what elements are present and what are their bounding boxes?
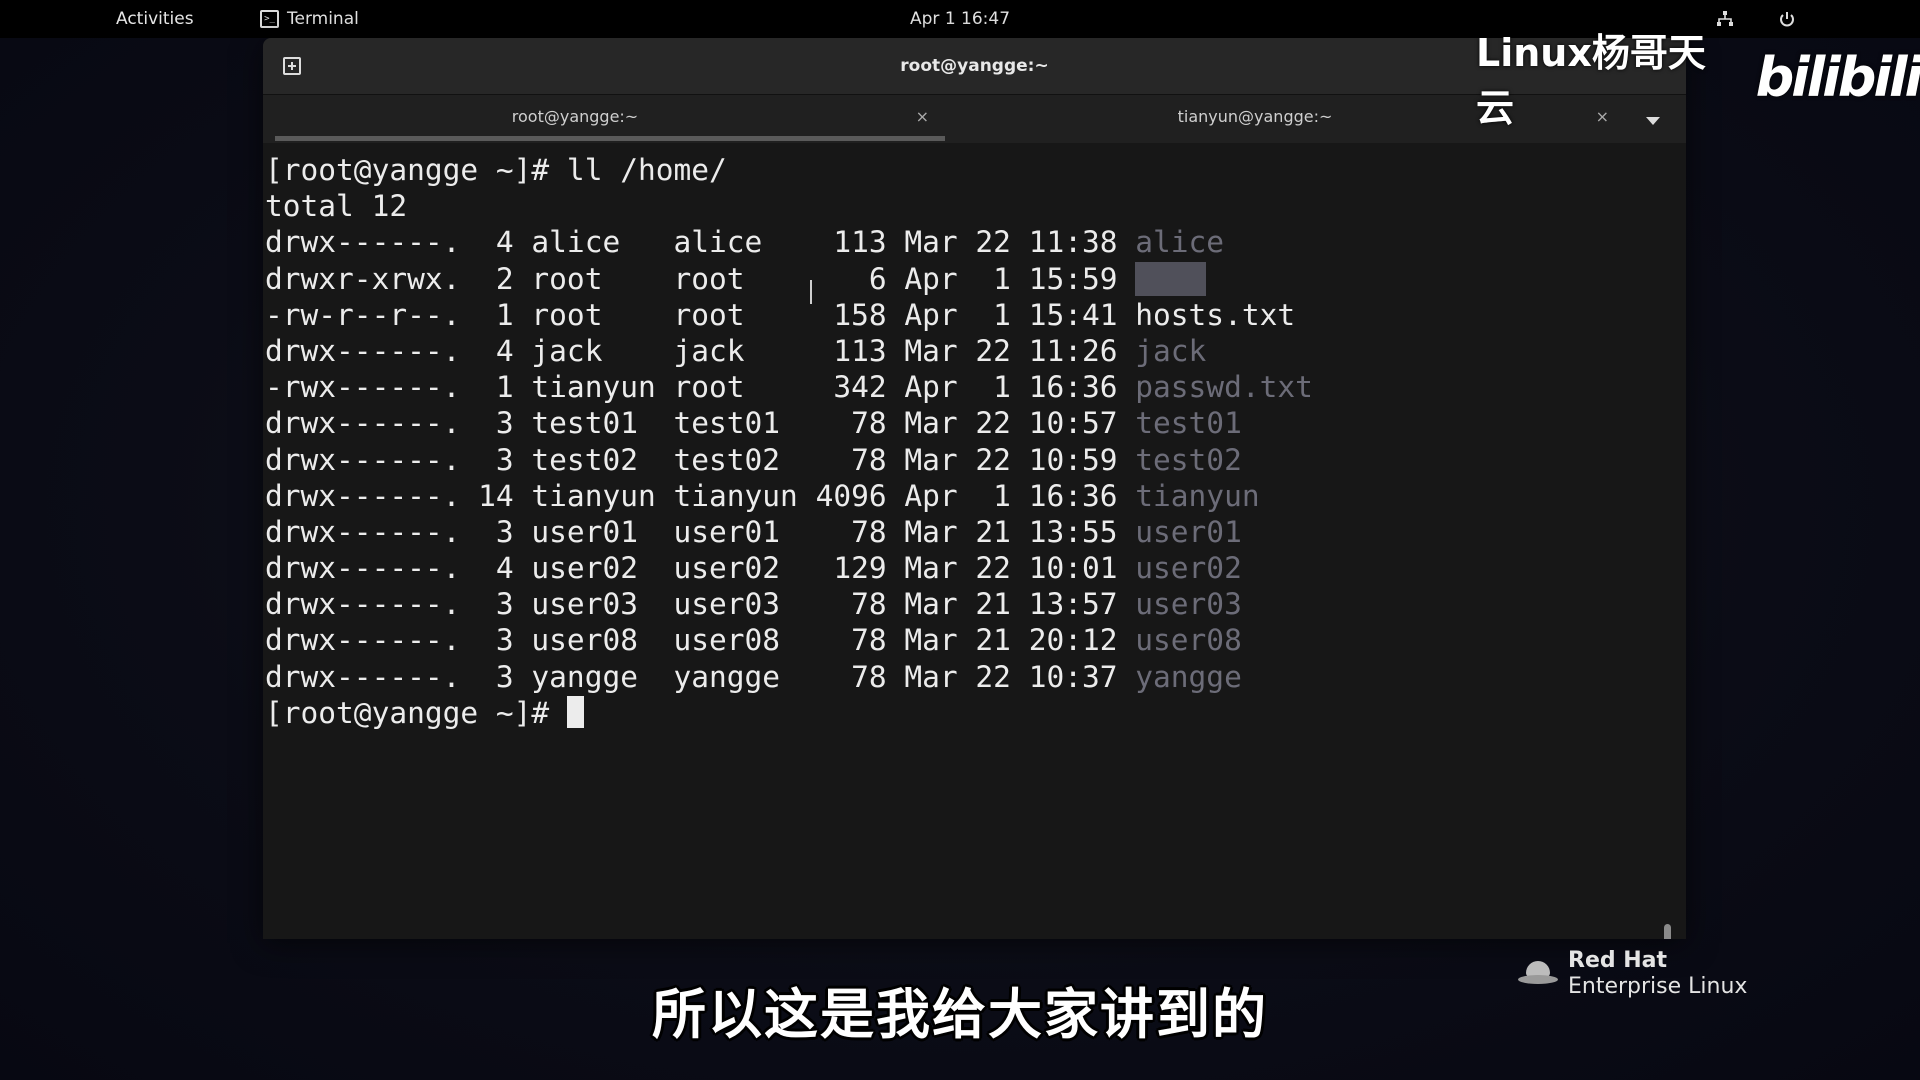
line-text: drwx------. 3 user08 user08 78 Mar 21 20… [265, 623, 1136, 658]
activities-button[interactable]: Activities [116, 0, 194, 38]
line-text: drwx------. 3 yangge yangge 78 Mar 22 10… [265, 659, 1136, 694]
app-menu-button[interactable]: >_ Terminal [260, 0, 359, 38]
terminal-line: drwx------. 3 user01 user01 78 Mar 21 13… [265, 514, 1313, 550]
line-text: [root@yangge ~]# ll /home/ [265, 153, 727, 187]
terminal-line: drwx------. 3 user03 user03 78 Mar 21 13… [265, 586, 1313, 622]
filename: tianyun [1135, 478, 1260, 513]
line-text: total 12 [265, 189, 408, 224]
line-text: drwx------. 3 test02 test02 78 Mar 22 10… [265, 442, 1136, 477]
terminal-line: drwxr-xrwx. 2 root root 6 Apr 1 15:59 [265, 261, 1313, 297]
terminal-line: -rw-r--r--. 1 root root 158 Apr 1 15:41 … [265, 297, 1313, 333]
line-text: drwx------. 14 tianyun tianyun 4096 Apr … [265, 478, 1136, 513]
scrollbar-track[interactable] [1664, 250, 1671, 939]
filename: jack [1135, 333, 1207, 368]
terminal-line: total 12 [265, 188, 1313, 224]
line-text: drwxr-xrwx. 2 root root 6 Apr 1 15:59 [265, 261, 1136, 296]
terminal-line: drwx------. 4 jack jack 113 Mar 22 11:26… [265, 333, 1313, 369]
filename: passwd.txt [1135, 370, 1313, 405]
line-text: drwx------. 4 user02 user02 129 Mar 22 1… [265, 551, 1136, 586]
app-menu-label: Terminal [287, 9, 359, 29]
line-text: drwx------. 3 test01 test01 78 Mar 22 10… [265, 406, 1136, 441]
clock-button[interactable]: Apr 1 16:47 [910, 0, 1010, 38]
terminal-window: root@yangge:~ root@yangge:~ × tianyun@ya… [263, 38, 1686, 939]
terminal-icon: >_ [260, 10, 279, 28]
terminal-line: drwx------. 14 tianyun tianyun 4096 Apr … [265, 478, 1313, 514]
block-cursor [566, 695, 584, 728]
prompt-line[interactable]: [root@yangge ~]# [265, 695, 1313, 731]
terminal-line: drwx------. 3 test01 test01 78 Mar 22 10… [265, 405, 1313, 441]
filename: user02 [1135, 551, 1242, 586]
terminal-line: drwx------. 3 test02 test02 78 Mar 22 10… [265, 442, 1313, 478]
terminal-line: [root@yangge ~]# ll /home/ [265, 152, 1313, 188]
terminal-line: drwx------. 3 user08 user08 78 Mar 21 20… [265, 622, 1313, 658]
tab-label: tianyun@yangge:~ [1177, 107, 1333, 126]
tab-root[interactable]: root@yangge:~ × [275, 95, 945, 143]
line-text: drwx------. 3 user01 user01 78 Mar 21 13… [265, 514, 1136, 549]
activities-label: Activities [116, 9, 194, 29]
clock-label: Apr 1 16:47 [910, 9, 1011, 29]
power-icon[interactable] [1778, 0, 1796, 38]
terminal-lines: [root@yangge ~]# ll /home/total 12 drwx--… [265, 152, 1313, 731]
terminal-output[interactable]: [root@yangge ~]# ll /home/total 12 drwx--… [263, 144, 1673, 939]
line-text: drwx------. 4 alice alice 113 Mar 22 11:… [265, 225, 1136, 260]
line-text: hosts.txt [1135, 297, 1296, 332]
terminal-line: drwx------. 3 yangge yangge 78 Mar 22 10… [265, 659, 1313, 695]
watermark-text: Linux杨哥天云 [1476, 31, 1706, 130]
tab-label: root@yangge:~ [511, 107, 639, 126]
terminal-line: drwx------. 4 user02 user02 129 Mar 22 1… [265, 550, 1313, 586]
channel-watermark: Linux杨哥天云 bilibili [1476, 31, 1920, 130]
line-text: drwx------. 4 jack jack 113 Mar 22 11:26 [265, 333, 1136, 368]
filename [1135, 261, 1207, 296]
filename: test02 [1135, 442, 1242, 477]
filename: test01 [1135, 406, 1242, 441]
filename: yangge [1135, 659, 1242, 694]
scrollbar-thumb[interactable] [1664, 924, 1671, 939]
line-text: drwx------. 3 user03 user03 78 Mar 21 13… [265, 587, 1136, 622]
filename: user01 [1135, 514, 1242, 549]
filename: alice [1135, 225, 1225, 260]
close-icon[interactable]: × [916, 95, 929, 139]
video-subtitle: 所以这是我给大家讲到的 [652, 983, 1268, 1046]
terminal-line: drwx------. 4 alice alice 113 Mar 22 11:… [265, 224, 1313, 260]
bilibili-logo: bilibili [1755, 45, 1920, 109]
window-title: root@yangge:~ [900, 56, 1049, 76]
prompt-text: [root@yangge ~]# [265, 695, 567, 730]
tab-bar: root@yangge:~ × tianyun@yangge:~ × [263, 95, 1686, 143]
filename: user08 [1135, 623, 1242, 658]
filename: user03 [1135, 587, 1242, 622]
window-headerbar: root@yangge:~ [263, 38, 1686, 95]
line-text: -rw-r--r--. 1 root root 158 Apr 1 15:41 [265, 297, 1136, 332]
line-text: -rwx------. 1 tianyun root 342 Apr 1 16:… [265, 370, 1136, 405]
terminal-line: -rwx------. 1 tianyun root 342 Apr 1 16:… [265, 369, 1313, 405]
text-cursor-icon [810, 280, 815, 304]
